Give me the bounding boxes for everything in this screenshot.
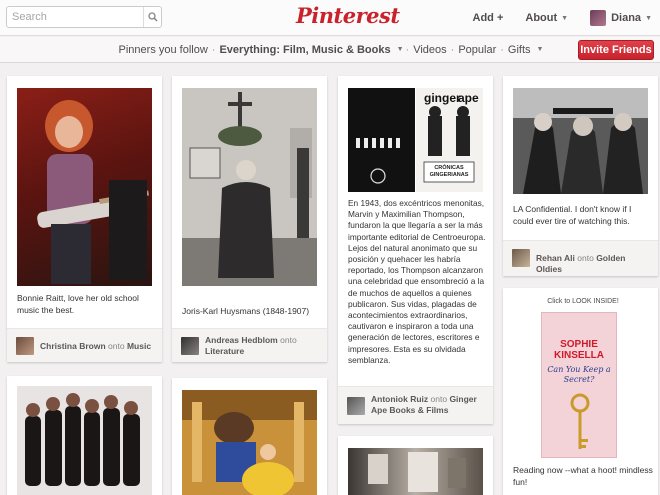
board-name[interactable]: Music	[127, 341, 151, 351]
onto-text: onto	[280, 335, 297, 345]
pin-description: Bonnie Raitt, love her old school music …	[17, 293, 139, 315]
pin-image[interactable]	[17, 88, 152, 286]
interior-photo	[368, 452, 466, 492]
avatar[interactable]	[181, 337, 199, 355]
separator: ·	[211, 43, 216, 56]
avatar	[590, 10, 607, 26]
pinner-name[interactable]: Rehan Ali	[536, 253, 575, 263]
header-nav: Add + About ▼ Diana ▼	[451, 0, 652, 36]
pin-image[interactable]	[513, 88, 648, 194]
pin-description: En 1943, dos excéntricos menonitas, Marv…	[348, 198, 486, 365]
pinner-name[interactable]: Antoniok Ruiz	[371, 394, 428, 404]
about-label: About	[525, 12, 558, 24]
search-box[interactable]	[6, 6, 162, 28]
pin-card[interactable]	[7, 376, 162, 495]
attribution-text: Christina Brown onto Music	[40, 341, 156, 352]
group-photo	[25, 393, 140, 486]
movie-still-photo	[513, 88, 648, 194]
book-title: Can You Keep a Secret?	[547, 365, 611, 384]
portrait-photo	[182, 88, 317, 286]
avatar[interactable]	[512, 249, 530, 267]
look-inside-label[interactable]: Click to LOOK INSIDE!	[535, 298, 631, 310]
pin-image[interactable]	[348, 448, 483, 495]
onto-text: onto	[577, 253, 594, 263]
pin-card[interactable]	[338, 436, 493, 495]
onto-text: onto	[108, 341, 125, 351]
category-nav: Pinners you follow · Everything: Film, M…	[0, 37, 660, 63]
nav-pinners-you-follow[interactable]: Pinners you follow	[119, 44, 208, 56]
pin-card[interactable]: Click to LOOK INSIDE! SOPHIE KINSELLA Ca…	[503, 288, 658, 495]
pin-description: Reading now --what a hoot! mindless fun!	[513, 465, 653, 487]
key-icon	[570, 393, 590, 449]
pin-attribution: Andreas Hedblom onto Literature	[172, 328, 327, 362]
search-icon	[147, 12, 158, 22]
nav-everything[interactable]: Everything: Film, Music & Books	[219, 44, 390, 56]
pin-image[interactable]	[17, 386, 152, 495]
pin-card[interactable]: Bonnie Raitt, love her old school music …	[7, 76, 162, 362]
chevron-down-icon: ▼	[561, 14, 569, 22]
user-name: Diana	[611, 12, 642, 24]
book-subtitle: CRÓNICAS GINGERIANAS	[429, 165, 469, 178]
separator: ·	[450, 43, 455, 56]
top-bar: Pinterest Add + About▼ Diana▼	[0, 0, 660, 36]
pin-attribution: Christina Brown onto Music	[7, 328, 162, 362]
avatar[interactable]	[347, 397, 365, 415]
search-button[interactable]	[143, 7, 161, 27]
pin-description: LA Confidential. I don't know if I could…	[513, 204, 632, 226]
user-menu[interactable]: Diana ▼	[590, 10, 652, 26]
pin-image[interactable]: ginger ape CRÓNICAS GINGERIANAS	[348, 88, 483, 192]
nav-gifts[interactable]: Gifts	[508, 44, 531, 56]
pin-card[interactable]: LA Confidential. I don't know if I could…	[503, 76, 658, 276]
add-menu[interactable]: Add +	[473, 12, 504, 24]
pinner-name[interactable]: Andreas Hedblom	[205, 335, 278, 345]
invite-friends-button[interactable]: Invite Friends	[578, 40, 654, 60]
avatar[interactable]	[16, 337, 34, 355]
onto-text: onto	[430, 394, 448, 404]
pin-image[interactable]: Click to LOOK INSIDE! SOPHIE KINSELLA Ca…	[521, 298, 641, 458]
about-menu[interactable]: About ▼	[525, 12, 568, 24]
nav-videos[interactable]: Videos	[413, 44, 446, 56]
chevron-down-icon: ▼	[645, 14, 652, 22]
book-title: ginger	[424, 91, 461, 105]
separator: ·	[500, 43, 504, 56]
attribution-text: Antoniok Ruiz onto Ginger Ape Books & Fi…	[371, 394, 487, 416]
board-name[interactable]: Literature	[205, 346, 244, 356]
animated-ballroom-image	[182, 390, 317, 495]
add-label: Add +	[472, 12, 504, 24]
chevron-down-icon[interactable]: ▼	[537, 46, 544, 53]
pin-attribution: Antoniok Ruiz onto Ginger Ape Books & Fi…	[338, 386, 493, 424]
nav-popular[interactable]: Popular	[458, 44, 496, 56]
search-input[interactable]	[7, 7, 143, 27]
pinner-name[interactable]: Christina Brown	[40, 341, 106, 351]
pin-attribution: Rehan Ali onto Golden Oldies	[503, 240, 658, 276]
book-title-2: ape	[458, 91, 479, 105]
pin-card[interactable]: Joris-Karl Huysmans (1848-1907) Andreas …	[172, 76, 327, 362]
pin-description: Joris-Karl Huysmans (1848-1907)	[182, 306, 310, 316]
chevron-down-icon[interactable]: ▼	[397, 46, 404, 53]
separator: ·	[405, 43, 410, 56]
pin-image[interactable]	[182, 88, 317, 286]
pin-card[interactable]: ginger ape CRÓNICAS GINGERIANAS En 1943,…	[338, 76, 493, 424]
pin-card[interactable]	[172, 378, 327, 495]
pin-image[interactable]	[182, 390, 317, 495]
pinterest-logo[interactable]: Pinterest	[296, 3, 400, 28]
book-author: SOPHIE KINSELLA	[554, 339, 604, 361]
attribution-text: Andreas Hedblom onto Literature	[205, 335, 321, 357]
guitarist-photo	[37, 100, 150, 284]
book-cover: SOPHIE KINSELLA Can You Keep a Secret?	[541, 312, 617, 458]
attribution-text: Rehan Ali onto Golden Oldies	[536, 253, 652, 275]
